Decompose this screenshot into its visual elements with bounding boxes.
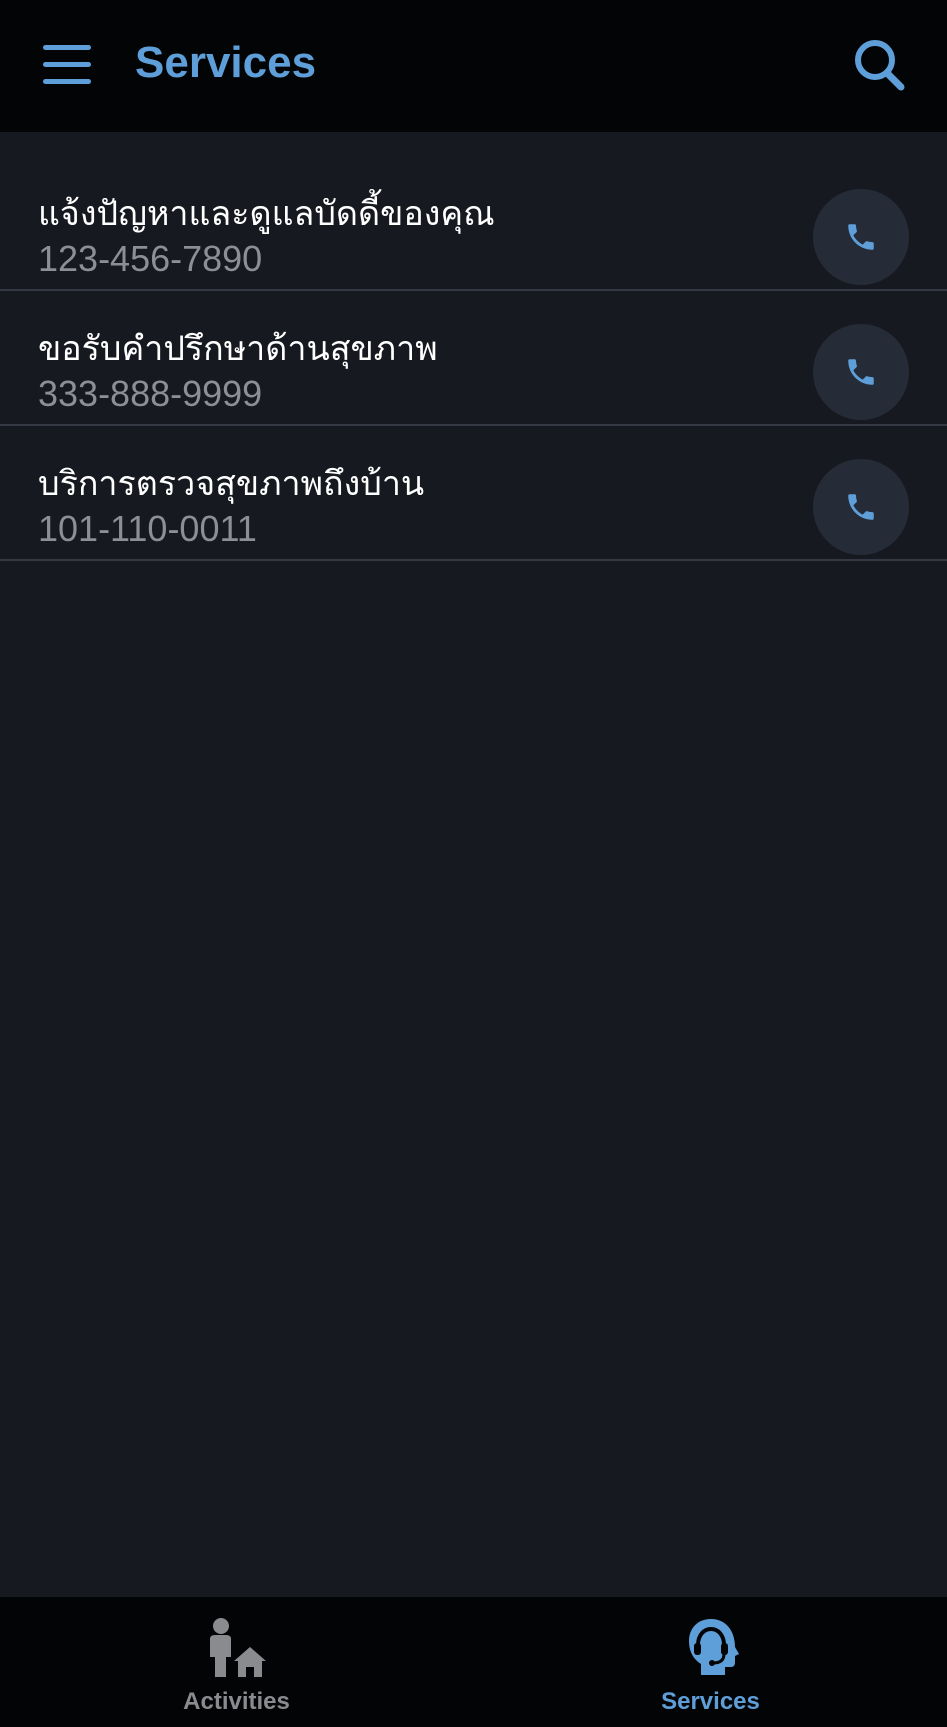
phone-icon: [848, 494, 874, 520]
phone-icon: [848, 224, 874, 250]
page-title: Services: [135, 38, 317, 87]
search-button[interactable]: [846, 32, 912, 98]
service-item[interactable]: ขอรับคำปรึกษาด้านสุขภาพ 333-888-9999: [0, 291, 947, 426]
service-title: ขอรับคำปรึกษาด้านสุขภาพ: [38, 329, 438, 369]
person-home-icon: [209, 1618, 266, 1677]
service-item[interactable]: แจ้งปัญหาและดูแลบัดดี้ของคุณ 123-456-789…: [0, 156, 947, 291]
service-phone: 123-456-7890: [38, 238, 263, 279]
services-screen: Services แจ้งปัญหาและดูแลบัดดี้ของคุณ 12…: [0, 0, 947, 1727]
menu-button[interactable]: [30, 30, 104, 98]
service-phone: 333-888-9999: [38, 373, 263, 414]
nav-tab-activities[interactable]: Activities: [0, 1597, 473, 1727]
nav-label-activities: Activities: [183, 1688, 290, 1715]
app-header: Services: [0, 0, 947, 132]
bottom-navigation: Activities Services: [0, 1597, 947, 1727]
service-title: บริการตรวจสุขภาพถึงบ้าน: [38, 464, 425, 504]
call-button[interactable]: [813, 189, 909, 285]
service-item[interactable]: บริการตรวจสุขภาพถึงบ้าน 101-110-0011: [0, 426, 947, 561]
phone-icon: [848, 359, 874, 385]
call-button[interactable]: [813, 324, 909, 420]
nav-tab-services[interactable]: Services: [474, 1597, 947, 1727]
nav-label-services: Services: [661, 1688, 760, 1715]
customer-service-headset-icon: [688, 1619, 739, 1675]
service-title: แจ้งปัญหาและดูแลบัดดี้ของคุณ: [38, 194, 495, 234]
call-button[interactable]: [813, 459, 909, 555]
service-phone: 101-110-0011: [38, 508, 257, 549]
services-list: แจ้งปัญหาและดูแลบัดดี้ของคุณ 123-456-789…: [0, 156, 947, 561]
search-icon: [855, 40, 905, 91]
